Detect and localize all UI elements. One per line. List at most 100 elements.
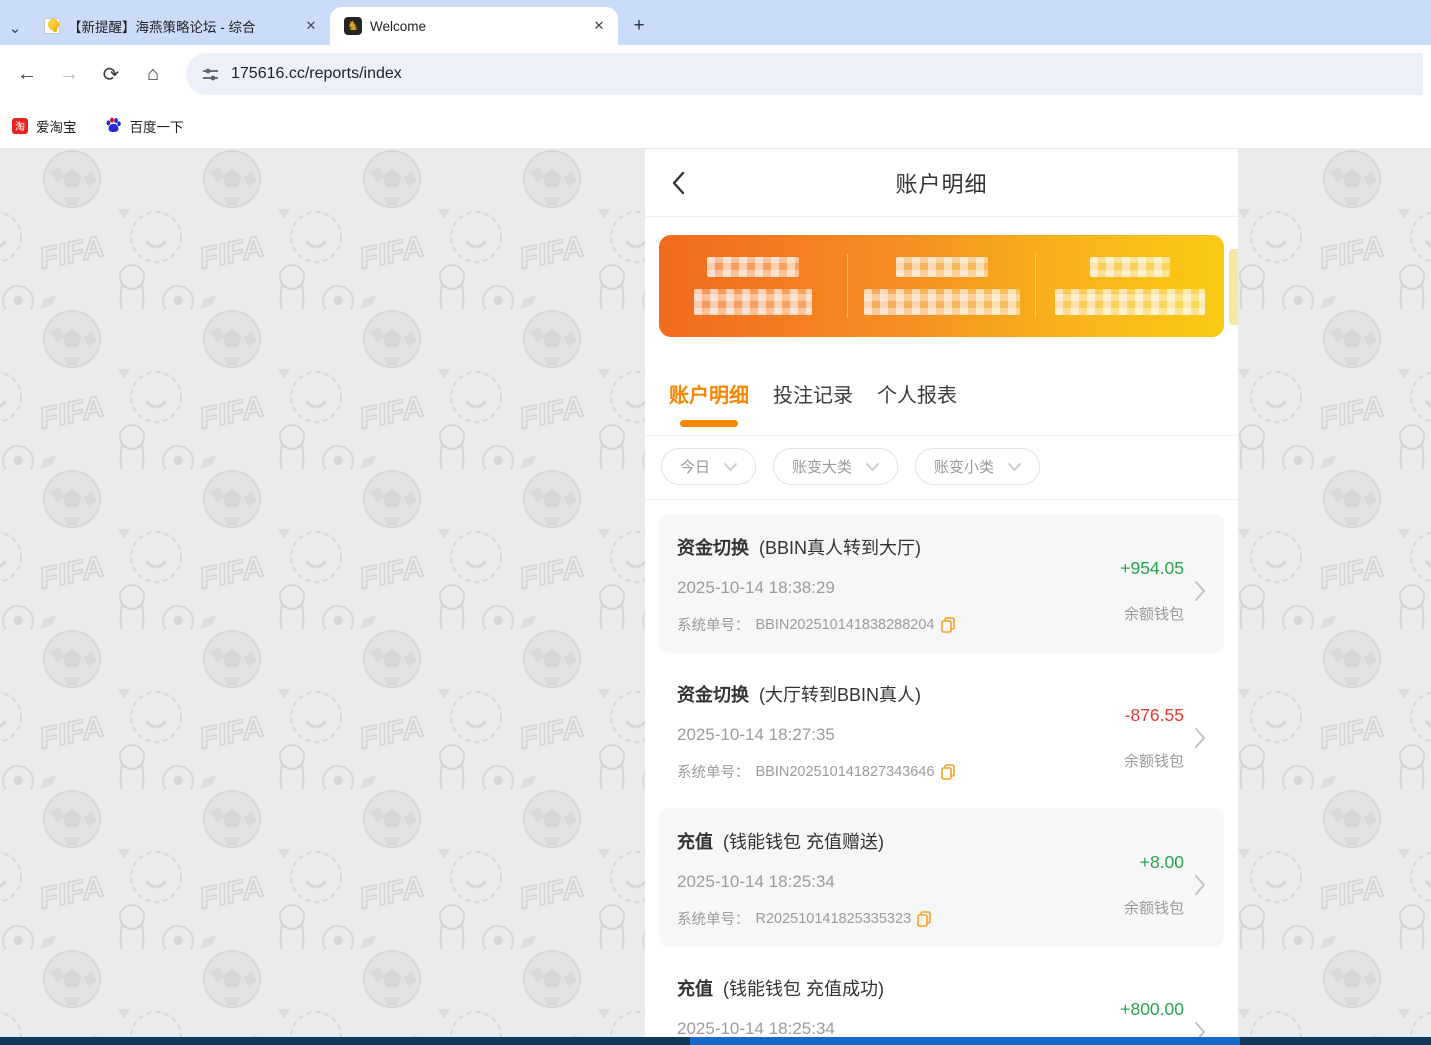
summary-column-redacted <box>1036 257 1224 315</box>
txn-detail: (BBIN真人转到大厅) <box>759 538 921 558</box>
txn-detail: (钱能钱包 充值成功) <box>723 979 884 999</box>
tab-label: 投注记录 <box>773 379 853 408</box>
tab-bet-records[interactable]: 投注记录 <box>773 379 853 435</box>
filter-label: 账变小类 <box>934 456 994 477</box>
chevron-right-icon[interactable] <box>1194 1021 1206 1038</box>
transaction-item[interactable]: 资金切换 (BBIN真人转到大厅) 2025-10-14 18:38:29 系统单… <box>659 514 1224 653</box>
redacted-value <box>1055 289 1205 315</box>
filter-major-category-dropdown[interactable]: 账变大类 <box>773 448 898 485</box>
forum-favicon-icon <box>44 18 60 34</box>
copy-icon[interactable] <box>941 764 955 780</box>
tab-personal-report[interactable]: 个人报表 <box>877 379 957 435</box>
browser-tab-forum[interactable]: 【新提醒】海燕策略论坛 - 综合 ✕ <box>30 7 330 45</box>
bookmarks-bar: 淘 爱淘宝 百度一下 <box>0 103 1431 149</box>
txn-datetime: 2025-10-14 18:27:35 <box>677 725 1124 745</box>
tab-close-icon[interactable]: ✕ <box>302 17 320 35</box>
redacted-label <box>1090 257 1170 277</box>
chevron-right-icon[interactable] <box>1194 727 1206 749</box>
redacted-label <box>896 257 988 277</box>
bookmark-aitaobao[interactable]: 淘 爱淘宝 <box>12 116 77 136</box>
filter-row: 今日 账变大类 账变小类 <box>645 435 1238 500</box>
account-detail-panel: 账户明细 <box>645 149 1238 1037</box>
next-card-peek <box>1229 249 1238 325</box>
transaction-item[interactable]: 资金切换 (大厅转到BBIN真人) 2025-10-14 18:27:35 系统单… <box>659 661 1224 800</box>
bookmark-baidu[interactable]: 百度一下 <box>105 116 184 136</box>
filter-label: 今日 <box>680 456 710 477</box>
order-number: R202510141825335323 <box>756 911 912 927</box>
bookmark-label: 爱淘宝 <box>36 116 77 136</box>
page-content: FIFA 账户明细 <box>0 149 1431 1045</box>
order-number: BBIN202510141838288204 <box>756 617 935 633</box>
balance-summary-card[interactable] <box>659 235 1224 337</box>
tab-close-icon[interactable]: ✕ <box>590 17 608 35</box>
filter-date-dropdown[interactable]: 今日 <box>661 448 756 485</box>
wallet-label: 余额钱包 <box>1124 750 1184 771</box>
order-label: 系统单号： <box>677 614 750 635</box>
order-number: BBIN202510141827343646 <box>756 764 935 780</box>
wallet-label: 余额钱包 <box>1124 897 1184 918</box>
reload-icon[interactable]: ⟳ <box>92 55 130 93</box>
txn-detail: (大厅转到BBIN真人) <box>759 685 921 705</box>
chevron-down-icon <box>1008 463 1021 471</box>
url-text[interactable]: 175616.cc/reports/index <box>231 65 402 83</box>
filter-label: 账变大类 <box>792 456 852 477</box>
home-icon[interactable]: ⌂ <box>134 55 172 93</box>
tab-label: 账户明细 <box>669 379 749 408</box>
back-chevron-icon[interactable] <box>671 171 685 195</box>
tab-title: Welcome <box>370 19 582 34</box>
browser-toolbar: ← → ⟳ ⌂ 175616.cc/reports/index <box>0 45 1431 103</box>
txn-datetime: 2025-10-14 18:25:34 <box>677 1019 1120 1037</box>
redacted-value <box>694 289 812 315</box>
txn-datetime: 2025-10-14 18:25:34 <box>677 872 1124 892</box>
txn-amount: -876.55 <box>1125 705 1184 726</box>
panel-header: 账户明细 <box>645 149 1238 217</box>
redacted-value <box>864 289 1020 315</box>
txn-type: 资金切换 <box>677 538 749 558</box>
txn-type: 充值 <box>677 832 713 852</box>
summary-column-redacted <box>848 257 1036 315</box>
forward-icon[interactable]: → <box>50 55 88 93</box>
tab-title: 【新提醒】海燕策略论坛 - 综合 <box>68 16 294 36</box>
chevron-down-icon <box>724 463 737 471</box>
transaction-item[interactable]: 充值(钱能钱包 充值成功) 2025-10-14 18:25:34 系统单号：R… <box>659 955 1224 1037</box>
back-icon[interactable]: ← <box>8 55 46 93</box>
browser-tab-strip: ⌄ 【新提醒】海燕策略论坛 - 综合 ✕ ♞ Welcome ✕ + <box>0 0 1431 45</box>
address-bar[interactable]: 175616.cc/reports/index <box>186 53 1423 95</box>
txn-amount: +8.00 <box>1140 852 1184 873</box>
bottom-status-bar <box>0 1037 1431 1045</box>
report-tabs: 账户明细 投注记录 个人报表 <box>645 357 1238 435</box>
active-tab-underline <box>680 420 738 427</box>
site-settings-icon[interactable] <box>202 66 219 83</box>
page-title: 账户明细 <box>895 167 987 199</box>
order-label: 系统单号： <box>677 908 750 929</box>
order-label: 系统单号： <box>677 761 750 782</box>
tab-search-icon[interactable]: ⌄ <box>0 11 30 45</box>
baidu-paw-icon <box>105 117 122 134</box>
copy-icon[interactable] <box>941 617 955 633</box>
chevron-right-icon[interactable] <box>1194 580 1206 602</box>
tab-label: 个人报表 <box>877 379 957 408</box>
chevron-right-icon[interactable] <box>1194 874 1206 896</box>
new-tab-button[interactable]: + <box>624 11 654 41</box>
txn-amount: +954.05 <box>1120 558 1184 579</box>
browser-tab-welcome[interactable]: ♞ Welcome ✕ <box>330 7 618 45</box>
txn-type: 充值 <box>677 979 713 999</box>
bottom-status-accent <box>690 1037 1240 1045</box>
transaction-list: 资金切换 (BBIN真人转到大厅) 2025-10-14 18:38:29 系统单… <box>645 500 1238 1037</box>
wallet-label: 余额钱包 <box>1124 603 1184 624</box>
taobao-icon: 淘 <box>12 118 28 134</box>
summary-column-redacted <box>659 257 847 315</box>
copy-icon[interactable] <box>917 911 931 927</box>
bookmark-label: 百度一下 <box>130 116 184 136</box>
redacted-label <box>707 257 799 277</box>
txn-type: 资金切换 <box>677 685 749 705</box>
transaction-item[interactable]: 充值 (钱能钱包 充值赠送) 2025-10-14 18:25:34 系统单号： R… <box>659 808 1224 947</box>
summary-card-wrap <box>645 217 1238 357</box>
welcome-favicon-icon: ♞ <box>344 17 362 35</box>
chevron-down-icon <box>866 463 879 471</box>
txn-datetime: 2025-10-14 18:38:29 <box>677 578 1120 598</box>
filter-minor-category-dropdown[interactable]: 账变小类 <box>915 448 1040 485</box>
tab-account-detail[interactable]: 账户明细 <box>669 379 749 435</box>
txn-detail: (钱能钱包 充值赠送) <box>723 832 884 852</box>
txn-amount: +800.00 <box>1120 999 1184 1020</box>
